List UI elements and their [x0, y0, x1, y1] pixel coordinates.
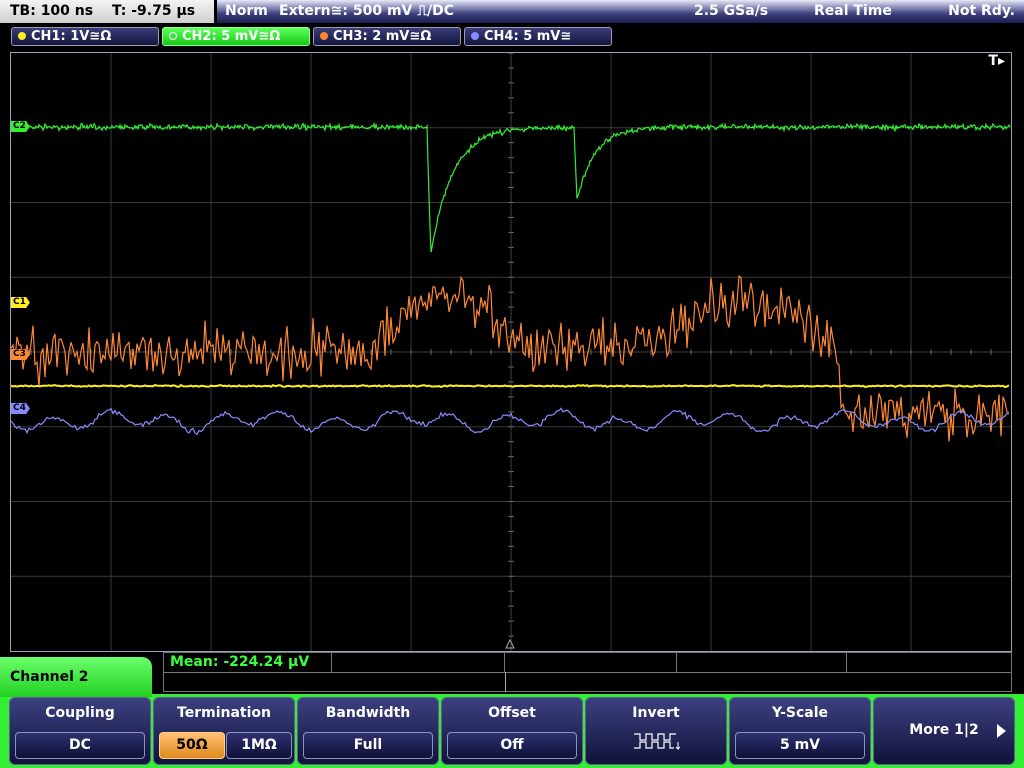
next-page-arrow-icon [997, 724, 1006, 738]
mean-measurement: Mean: -224.24 µV [170, 654, 310, 670]
ch3-level-marker[interactable]: C3 [11, 349, 30, 360]
y-scale-value[interactable]: 5 mV [735, 732, 865, 759]
ch4-trace [11, 407, 1010, 436]
more-softkey[interactable]: More 1|2 [873, 697, 1015, 765]
ch3-trace [11, 275, 1009, 442]
offset-label: Offset [488, 705, 536, 721]
offset-value[interactable]: Off [447, 732, 577, 759]
trigger-status-bar[interactable]: Norm Extern≅: 500 mV ⎍/DC 2.5 GSa/s Real… [217, 0, 1024, 23]
termination-1m-ohm[interactable]: 1MΩ [226, 732, 292, 759]
bandwidth-label: Bandwidth [325, 705, 411, 721]
trigger-mode: Norm [225, 3, 268, 19]
bandwidth-value[interactable]: Full [303, 732, 433, 759]
ch1-dot-icon [18, 32, 26, 40]
termination-50-ohm[interactable]: 50Ω [159, 732, 225, 759]
trigger-source: Extern≅: 500 mV ⎍/DC [279, 3, 455, 19]
more-label: More 1|2 [909, 722, 979, 738]
sample-rate: 2.5 GSa/s [694, 3, 769, 19]
ch4-dot-icon [471, 32, 479, 40]
invert-softkey[interactable]: Invert [585, 697, 727, 765]
inverted-square-wave-icon [634, 733, 681, 751]
trigger-time-marker-icon [505, 639, 515, 649]
channel-tab-ch1[interactable]: CH1: 1V≅Ω [11, 27, 159, 46]
coupling-value[interactable]: DC [15, 732, 145, 759]
ch2-label: CH2: 5 mV≅Ω [182, 29, 281, 44]
ch3-dot-icon [320, 32, 328, 40]
timebase-value: TB: 100 ns [10, 3, 94, 19]
ch2-level-marker[interactable]: C2 [11, 121, 30, 132]
offset-softkey[interactable]: Offset Off [441, 697, 583, 765]
ch2-dot-icon [169, 32, 177, 40]
invert-label: Invert [632, 705, 680, 721]
trigger-position-value: T: -9.75 µs [111, 3, 196, 19]
coupling-label: Coupling [45, 705, 115, 721]
trigger-position-marker[interactable]: T▸ [988, 53, 1005, 69]
termination-label: Termination [177, 705, 271, 721]
timebase-box[interactable]: TB: 100 ns T: -9.75 µs [0, 0, 214, 23]
acquisition-state: Not Rdy. [948, 3, 1015, 19]
y-scale-softkey[interactable]: Y-Scale 5 mV [729, 697, 871, 765]
ch1-trace [11, 383, 1010, 389]
ch4-label: CH4: 5 mV≅ [484, 29, 572, 44]
ch1-label: CH1: 1V≅Ω [31, 29, 112, 44]
waveform-traces [11, 121, 1011, 442]
waveform-display[interactable]: T▸ C2 C1 C3 C4 [10, 52, 1012, 652]
measurement-panel: Mean: -224.24 µV [163, 652, 1012, 692]
ch2-trace [11, 121, 1011, 253]
menu-title: Channel 2 [0, 657, 152, 697]
acquisition-mode: Real Time [814, 3, 892, 19]
ch1-level-marker[interactable]: C1 [11, 297, 30, 308]
ch3-label: CH3: 2 mV≅Ω [333, 29, 432, 44]
y-scale-label: Y-Scale [771, 705, 828, 721]
bandwidth-softkey[interactable]: Bandwidth Full [297, 697, 439, 765]
top-status-bar: TB: 100 ns T: -9.75 µs Norm Extern≅: 500… [0, 0, 1024, 24]
termination-softkey[interactable]: Termination 50Ω 1MΩ [153, 697, 295, 765]
channel-tab-ch4[interactable]: CH4: 5 mV≅ [464, 27, 612, 46]
ch4-level-marker[interactable]: C4 [11, 403, 30, 414]
channel-tab-ch3[interactable]: CH3: 2 mV≅Ω [313, 27, 461, 46]
coupling-softkey[interactable]: Coupling DC [9, 697, 151, 765]
channel-tab-ch2[interactable]: CH2: 5 mV≅Ω [162, 27, 310, 46]
